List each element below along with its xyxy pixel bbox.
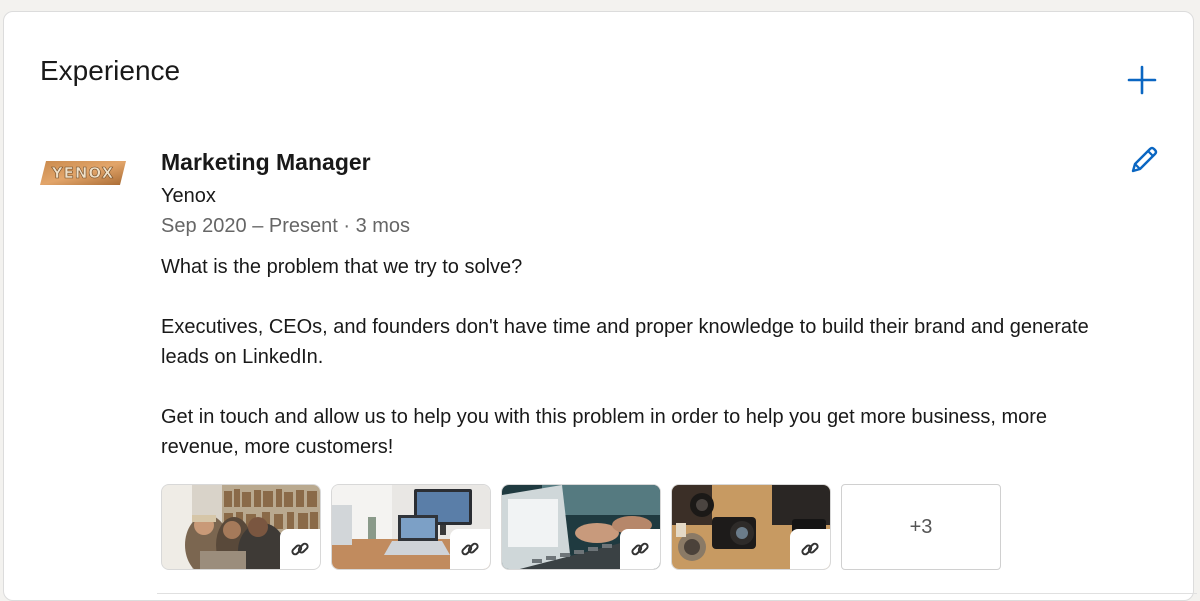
logo-text: YENOX (51, 164, 114, 182)
experience-card: Experience YENOX Marketing Manager Yenox… (3, 11, 1197, 601)
link-icon (801, 542, 819, 556)
section-title: Experience (40, 55, 181, 86)
link-badge (790, 529, 830, 569)
company-name: Yenox (161, 185, 216, 207)
link-icon (631, 542, 649, 556)
add-experience-button[interactable] (1124, 62, 1160, 98)
description-paragraph: What is the problem that we try to solve… (161, 256, 523, 278)
link-icon (291, 542, 309, 556)
link-badge (280, 529, 320, 569)
description-paragraph: Get in touch and allow us to help you wi… (161, 406, 1048, 458)
edit-experience-button[interactable] (1124, 140, 1164, 180)
divider (157, 593, 1197, 594)
link-badge (450, 529, 490, 569)
employment-dates: Sep 2020 – Present · 3 mos (161, 215, 411, 237)
job-title[interactable]: Marketing Manager (161, 147, 371, 177)
more-media-button[interactable]: +3 (841, 484, 1001, 570)
link-icon (461, 542, 479, 556)
media-row: +3 (161, 484, 1001, 570)
company-logo[interactable]: YENOX (40, 160, 126, 186)
media-thumbnail[interactable] (671, 484, 831, 570)
media-thumbnail[interactable] (501, 484, 661, 570)
pencil-icon (1131, 146, 1158, 173)
media-thumbnail[interactable] (331, 484, 491, 570)
media-thumbnail[interactable] (161, 484, 321, 570)
plus-icon (1127, 65, 1157, 95)
link-badge (620, 529, 660, 569)
job-description: What is the problem that we try to solve… (161, 252, 1121, 492)
description-paragraph: Executives, CEOs, and founders don't hav… (161, 316, 1089, 368)
